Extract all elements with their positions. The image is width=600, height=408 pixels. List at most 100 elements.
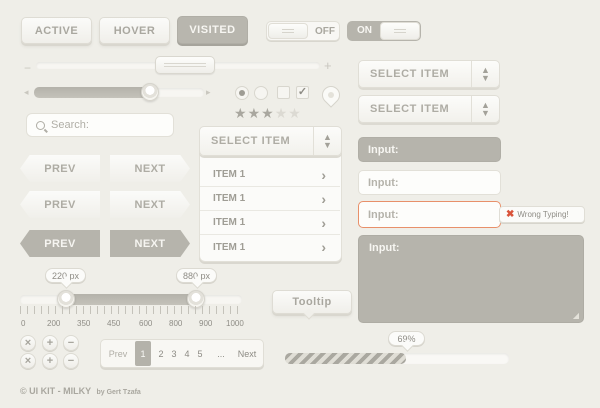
pagination-page[interactable]: 2 (155, 342, 167, 366)
input-error[interactable]: Input: (358, 201, 501, 228)
list-item[interactable]: ITEM 1 › (200, 163, 340, 187)
tooltip-label: Tooltip (292, 296, 332, 308)
radio-selected[interactable] (235, 86, 249, 100)
list-item[interactable]: ITEM 1 › (200, 235, 340, 259)
pagination-page[interactable]: 3 (168, 342, 180, 366)
star-filled-icon[interactable]: ★ (261, 105, 275, 121)
range-tick-label: 800 (169, 319, 183, 328)
up-down-arrows-icon: ▲ ▼ (313, 127, 341, 155)
chevron-right-icon: › (321, 214, 326, 231)
toggle-handle (268, 23, 308, 39)
remove-icon[interactable]: − (63, 335, 79, 351)
list-item-label: ITEM 1 (213, 241, 246, 253)
pagination-page[interactable]: 5 (194, 342, 206, 366)
pagination-page[interactable]: 4 (181, 342, 193, 366)
chevron-right-icon: › (321, 166, 326, 183)
input-filled[interactable]: Input: (358, 137, 501, 162)
up-down-arrows-icon: ▲ ▼ (471, 61, 499, 87)
dropdown-label: SELECT ITEM (211, 135, 291, 147)
add-icon[interactable]: + (42, 335, 58, 351)
checkbox-checked[interactable]: ✓ (296, 86, 309, 99)
input-label: Input: (368, 208, 399, 221)
active-button[interactable]: ACTIVE (21, 17, 92, 44)
range-scale-ticks (20, 306, 242, 314)
error-icon: ✖ (506, 209, 515, 220)
up-down-arrows-icon: ▲ ▼ (471, 96, 499, 122)
search-input[interactable]: Search: (26, 113, 174, 137)
checkbox-unchecked[interactable] (277, 86, 290, 99)
search-icon (36, 120, 48, 133)
prev-button-hover[interactable]: PREV (20, 191, 100, 218)
input-label: Input: (368, 176, 399, 189)
range-tick-label: 450 (107, 319, 121, 328)
volume-slider-knob[interactable] (141, 83, 159, 101)
select-label: SELECT ITEM (370, 103, 450, 115)
hover-button[interactable]: HOVER (99, 17, 170, 44)
toggle-handle (380, 22, 420, 40)
add-icon[interactable]: + (42, 353, 58, 369)
prev-button-active[interactable]: PREV (20, 230, 100, 257)
close-icon[interactable]: × (20, 335, 36, 351)
toggle-on-label: ON (357, 25, 372, 36)
chevron-right-icon: › (321, 239, 326, 255)
range-tick-label: 350 (77, 319, 91, 328)
star-rating[interactable]: ★★★★★ (234, 105, 302, 122)
pagination-next[interactable]: Next (231, 342, 263, 366)
volume-slider-fill (34, 87, 152, 98)
radio-unselected[interactable] (254, 86, 268, 100)
next-button[interactable]: NEXT (110, 155, 190, 182)
chevron-right-icon: › (321, 190, 326, 207)
error-message: Wrong Typing! (517, 210, 569, 219)
footer-author: by Gert Tzafa (96, 389, 141, 396)
toggle-on[interactable]: ON (347, 21, 421, 41)
close-icon[interactable]: × (20, 353, 36, 369)
range-low-value: 220 px (45, 268, 86, 283)
range-tick-label: 200 (47, 319, 61, 328)
next-button-active[interactable]: NEXT (110, 230, 190, 257)
select-item-1[interactable]: SELECT ITEM ▲ ▼ (358, 60, 500, 88)
star-empty-icon[interactable]: ★ (275, 105, 289, 121)
select-item-2[interactable]: SELECT ITEM ▲ ▼ (358, 95, 500, 123)
dropdown-header[interactable]: SELECT ITEM ▲ ▼ (199, 126, 342, 156)
minus-icon[interactable]: − (24, 61, 31, 75)
list-item[interactable]: ITEM 1 › (200, 211, 340, 235)
range-slider-fill (66, 294, 196, 305)
textarea[interactable]: Input: ◢ (358, 235, 584, 323)
input-plain[interactable]: Input: (358, 170, 501, 195)
input-label: Input: (368, 143, 399, 156)
right-arrow-icon[interactable]: ▸ (206, 87, 211, 98)
progress-fill (285, 353, 406, 364)
list-item-label: ITEM 1 (213, 169, 246, 180)
toggle-off[interactable]: OFF (266, 21, 340, 41)
resize-handle-icon[interactable]: ◢ (573, 311, 579, 320)
toggle-off-label: OFF (315, 26, 335, 37)
map-pin-icon[interactable] (318, 82, 344, 108)
prev-button[interactable]: PREV (20, 155, 100, 182)
select-label: SELECT ITEM (370, 68, 450, 80)
remove-icon[interactable]: − (63, 353, 79, 369)
footer-credit: © UI KIT - MILKY by Gert Tzafa (20, 386, 141, 396)
range-tick-label: 1000 (226, 319, 244, 328)
error-tooltip: ✖ Wrong Typing! (499, 206, 585, 223)
pagination-ellipsis: ... (217, 349, 225, 359)
pagination-page-active[interactable]: 1 (135, 341, 151, 366)
progress-value: 69% (388, 331, 425, 346)
pagination-prev[interactable]: Prev (103, 342, 133, 366)
left-arrow-icon[interactable]: ◂ (24, 87, 29, 98)
list-item-label: ITEM 1 (213, 217, 246, 228)
star-filled-icon[interactable]: ★ (248, 105, 262, 121)
range-tick-label: 0 (21, 319, 26, 328)
footer-title: © UI KIT - MILKY (20, 386, 91, 396)
visited-button[interactable]: VISITED (177, 16, 248, 44)
range-high-value: 880 px (176, 268, 217, 283)
list-item-label: ITEM 1 (213, 193, 246, 204)
next-button-hover[interactable]: NEXT (110, 191, 190, 218)
star-empty-icon[interactable]: ★ (288, 105, 302, 121)
list-item[interactable]: ITEM 1 › (200, 187, 340, 211)
range-tick-label: 600 (139, 319, 153, 328)
star-filled-icon[interactable]: ★ (234, 105, 248, 121)
plus-icon[interactable]: + (324, 58, 332, 73)
textarea-label: Input: (369, 242, 400, 254)
scroll-thumb[interactable] (155, 56, 215, 74)
range-tick-label: 900 (199, 319, 213, 328)
